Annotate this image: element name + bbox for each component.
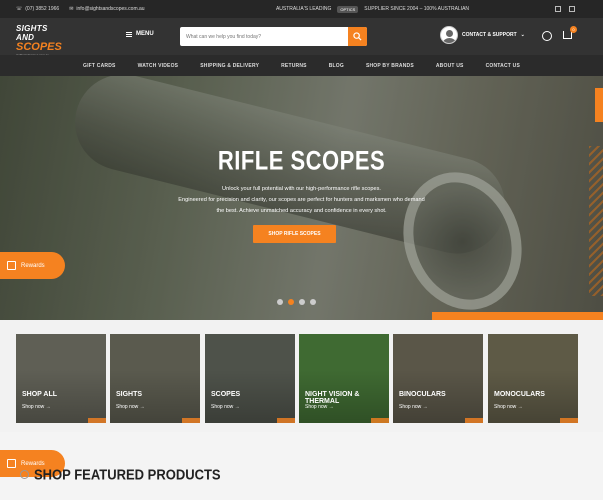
category-title: Sights bbox=[116, 391, 143, 398]
carousel-dot[interactable] bbox=[310, 299, 316, 305]
gift-icon bbox=[7, 459, 16, 468]
account-icon[interactable] bbox=[542, 31, 552, 41]
shop-now-link[interactable]: Shop now → bbox=[211, 404, 240, 410]
shop-now-link[interactable]: Shop now → bbox=[116, 404, 145, 410]
main-nav: Gift Cards Watch Videos Shipping & Deliver… bbox=[0, 55, 603, 76]
category-card-night-vision-thermal[interactable]: Night Vision & Thermal Shop now → bbox=[299, 334, 389, 423]
search-button[interactable] bbox=[348, 27, 367, 46]
category-card-monoculars[interactable]: Monoculars Shop now → bbox=[488, 334, 578, 423]
phone-icon: ☏ bbox=[16, 6, 23, 12]
chevron-down-icon: ⌄ bbox=[520, 32, 525, 38]
category-card-binoculars[interactable]: Binoculars Shop now → bbox=[393, 334, 483, 423]
facebook-icon[interactable] bbox=[555, 6, 561, 12]
carousel-dot[interactable] bbox=[299, 299, 305, 305]
nav-item-returns[interactable]: Returns bbox=[281, 63, 307, 69]
contact-support-button[interactable]: CONTACT & SUPPORT ⌄ bbox=[440, 26, 525, 44]
category-card-scopes[interactable]: Scopes Shop now → bbox=[205, 334, 295, 423]
phone-link[interactable]: ☏ (07) 3852 1966 bbox=[16, 6, 59, 12]
shop-now-link[interactable]: Shop now → bbox=[399, 404, 428, 410]
nav-item-gift-cards[interactable]: Gift Cards bbox=[83, 63, 116, 69]
top-bar: ☏ (07) 3852 1966 ✉ info@sightsandscopes.co… bbox=[0, 0, 603, 18]
search-bar bbox=[180, 27, 367, 46]
gift-icon bbox=[7, 261, 16, 270]
shop-now-link[interactable]: Shop now → bbox=[305, 404, 334, 410]
carousel-dot[interactable] bbox=[277, 299, 283, 305]
category-title: Shop All bbox=[22, 391, 58, 398]
star-icon bbox=[20, 470, 29, 479]
nav-item-contact-us[interactable]: Contact Us bbox=[486, 63, 520, 69]
category-card-shop-all[interactable]: Shop All Shop now → bbox=[16, 334, 106, 423]
category-title: Binoculars bbox=[399, 391, 446, 398]
menu-button[interactable]: MENU bbox=[126, 31, 154, 37]
category-title: Monoculars bbox=[494, 391, 545, 398]
email-link[interactable]: ✉ info@sightsandscopes.com.au bbox=[69, 6, 144, 12]
site-logo[interactable]: SIGHTS AND SCOPES sightsandscopes.com.au bbox=[16, 24, 68, 57]
search-icon bbox=[353, 32, 362, 41]
nav-item-watch-videos[interactable]: Watch Videos bbox=[138, 63, 179, 69]
promo-tag: OPTICS bbox=[337, 5, 359, 13]
category-section: Shop All Shop now → Sights Shop now → Scopes… bbox=[0, 320, 603, 432]
category-title: Scopes bbox=[211, 391, 241, 398]
category-title: Night Vision & Thermal bbox=[305, 391, 360, 405]
featured-products-heading: Shop Featured Products bbox=[20, 466, 221, 483]
carousel-dots bbox=[277, 299, 316, 305]
nav-item-shipping-delivery[interactable]: Shipping & Delivery bbox=[200, 63, 259, 69]
rewards-button[interactable]: Rewards bbox=[0, 252, 65, 279]
mail-icon: ✉ bbox=[69, 6, 74, 12]
cart-count-badge: 0 bbox=[570, 26, 577, 33]
shop-rifle-scopes-button[interactable]: SHOP RIFLE SCOPES bbox=[253, 225, 336, 243]
shop-now-link[interactable]: Shop now → bbox=[494, 404, 523, 410]
nav-item-blog[interactable]: Blog bbox=[329, 63, 344, 69]
support-avatar bbox=[440, 26, 458, 44]
hamburger-icon bbox=[126, 31, 132, 37]
hero-description: Unlock your full potential with our high… bbox=[178, 186, 425, 214]
search-input[interactable] bbox=[180, 33, 348, 40]
category-card-sights[interactable]: Sights Shop now → bbox=[110, 334, 200, 423]
promo-banner: AUSTRALIA'S LEADING OPTICS SUPPLIER SINC… bbox=[275, 5, 470, 13]
site-header: SIGHTS AND SCOPES sightsandscopes.com.au… bbox=[0, 18, 603, 57]
nav-item-about-us[interactable]: About Us bbox=[436, 63, 464, 69]
side-tab[interactable] bbox=[595, 88, 603, 122]
nav-item-shop-by-brands[interactable]: Shop by Brands bbox=[366, 63, 414, 69]
instagram-icon[interactable] bbox=[569, 6, 575, 12]
carousel-dot[interactable] bbox=[288, 299, 294, 305]
shop-now-link[interactable]: Shop now → bbox=[22, 404, 51, 410]
hero-banner: RIFLE SCOPES Unlock your full potential … bbox=[0, 76, 603, 320]
hero-title: RIFLE SCOPES bbox=[217, 145, 386, 176]
